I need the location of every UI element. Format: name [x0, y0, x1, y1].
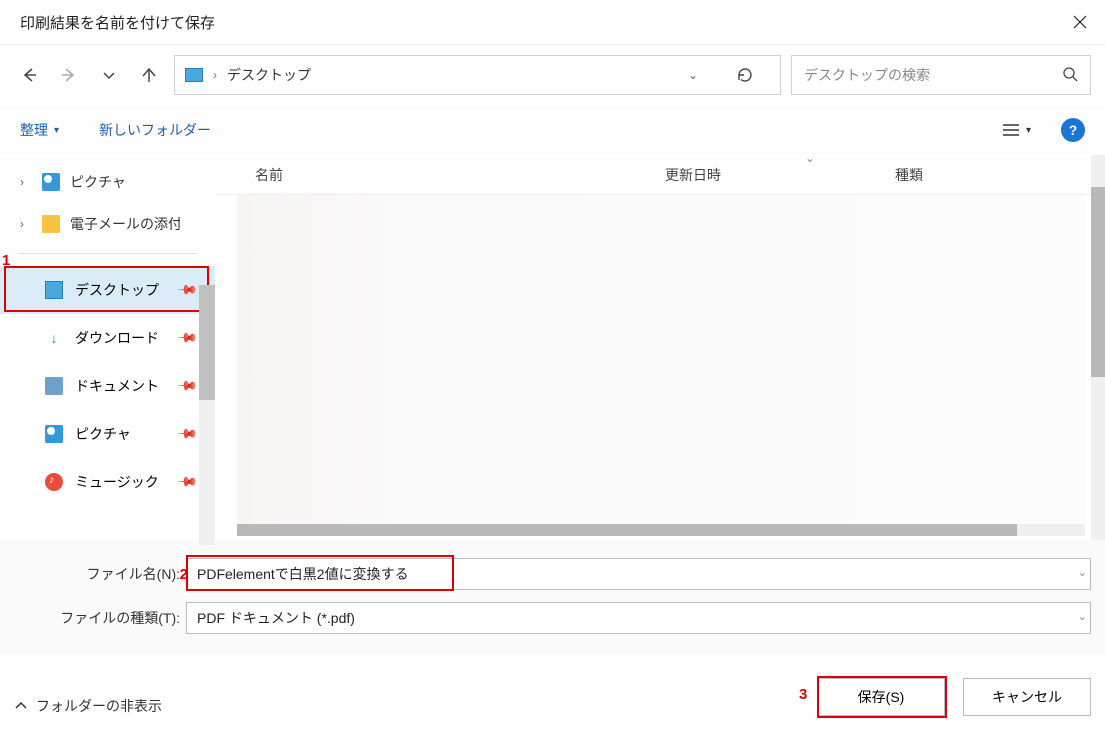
list-view-icon — [1002, 123, 1020, 137]
arrow-left-icon — [20, 66, 38, 84]
organize-menu[interactable]: 整理 ▾ — [20, 120, 59, 140]
refresh-button[interactable] — [720, 55, 770, 95]
navigation-bar: › デスクトップ ⌄ デスクトップの検索 — [0, 45, 1105, 105]
close-button[interactable] — [1055, 0, 1105, 45]
filetype-label: ファイルの種類(T): — [14, 608, 186, 628]
sidebar-item-label: ピクチャ — [75, 424, 131, 444]
file-list-area[interactable] — [237, 195, 1085, 536]
new-folder-button[interactable]: 新しいフォルダー — [99, 120, 211, 140]
tree-label: 電子メールの添付 — [70, 214, 180, 234]
up-button[interactable] — [134, 55, 164, 95]
main-area: › ピクチャ › 電子メールの添付 1 デスクトップ 📌 ↓ ダウンロード — [0, 155, 1105, 540]
sidebar-item-label: ミュージック — [75, 472, 159, 492]
desktop-icon — [45, 281, 63, 299]
column-name[interactable]: 名前 — [255, 165, 665, 185]
save-button[interactable]: 保存(S) — [817, 678, 945, 716]
forward-button[interactable] — [54, 55, 84, 95]
sidebar-item-desktop[interactable]: デスクトップ 📌 — [0, 266, 215, 314]
chevron-down-icon[interactable]: ⌄ — [688, 68, 698, 82]
column-type[interactable]: 種類 — [895, 165, 1105, 185]
breadcrumb-separator-icon: › — [213, 68, 217, 82]
sidebar-item-pictures[interactable]: ピクチャ 📌 — [0, 410, 215, 458]
chevron-down-icon — [102, 68, 116, 82]
arrow-up-icon — [140, 66, 158, 84]
hide-folders-toggle[interactable]: フォルダーの非表示 — [14, 696, 162, 716]
pin-icon: 📌 — [176, 327, 199, 350]
chevron-right-icon: › — [20, 217, 32, 231]
view-menu[interactable]: ▾ — [1002, 123, 1031, 137]
document-icon — [45, 377, 63, 395]
toolbar: 整理 ▾ 新しいフォルダー ▾ ? — [0, 105, 1105, 155]
chevron-down-icon[interactable]: ⌄ — [805, 151, 815, 165]
title-bar: 印刷結果を名前を付けて保存 — [0, 0, 1105, 45]
sidebar-item-label: ドキュメント — [75, 376, 159, 396]
scrollbar-thumb[interactable] — [1091, 187, 1105, 377]
tree-item-mail-attachments[interactable]: › 電子メールの添付 — [0, 203, 215, 245]
filetype-select[interactable]: PDF ドキュメント (*.pdf) — [186, 602, 1091, 634]
chevron-right-icon: › — [20, 175, 32, 189]
folder-icon — [42, 215, 60, 233]
column-headers: ⌄ 名前 更新日時 種類 — [215, 155, 1105, 195]
sidebar-item-label: デスクトップ — [75, 280, 159, 300]
form-area: ファイル名(N): 2 ⌄ ファイルの種類(T): PDF ドキュメント (*.… — [0, 540, 1105, 654]
cancel-button[interactable]: キャンセル — [963, 678, 1091, 716]
chevron-up-icon — [14, 699, 28, 713]
window-title: 印刷結果を名前を付けて保存 — [20, 12, 215, 33]
download-icon: ↓ — [45, 329, 63, 347]
footer: フォルダーの非表示 3 保存(S) キャンセル — [0, 654, 1105, 734]
close-icon — [1072, 14, 1088, 30]
organize-label: 整理 — [20, 120, 48, 140]
horizontal-scrollbar[interactable] — [237, 524, 1085, 536]
dropdown-triangle-icon: ▾ — [54, 125, 59, 136]
address-bar[interactable]: › デスクトップ ⌄ — [174, 55, 781, 95]
scrollbar-thumb[interactable] — [237, 524, 1017, 536]
vertical-scrollbar[interactable] — [1091, 155, 1105, 540]
file-list-pane: ⌄ 名前 更新日時 種類 — [215, 155, 1105, 540]
help-button[interactable]: ? — [1061, 118, 1085, 142]
pin-icon: 📌 — [176, 471, 199, 494]
annotation-3: 3 — [799, 686, 807, 703]
quick-access-list: 1 デスクトップ 📌 ↓ ダウンロード 📌 ドキュメント 📌 ピクチャ 📌 — [0, 266, 215, 506]
sidebar-item-documents[interactable]: ドキュメント 📌 — [0, 362, 215, 410]
address-location: デスクトップ — [227, 65, 311, 85]
sidebar-scrollbar[interactable] — [199, 285, 215, 545]
filename-input[interactable] — [186, 558, 1091, 590]
refresh-icon — [736, 66, 754, 84]
dropdown-triangle-icon: ▾ — [1026, 125, 1031, 136]
search-placeholder: デスクトップの検索 — [804, 65, 930, 85]
tree-label: ピクチャ — [70, 172, 126, 192]
column-date[interactable]: 更新日時 — [665, 165, 895, 185]
tree-item-pictures[interactable]: › ピクチャ — [0, 161, 215, 203]
separator — [18, 253, 197, 254]
back-button[interactable] — [14, 55, 44, 95]
search-input[interactable]: デスクトップの検索 — [791, 55, 1091, 95]
music-icon — [45, 473, 63, 491]
recent-button[interactable] — [94, 55, 124, 95]
sidebar-item-label: ダウンロード — [75, 328, 159, 348]
scrollbar-thumb[interactable] — [199, 285, 215, 400]
pictures-icon — [45, 425, 63, 443]
arrow-right-icon — [60, 66, 78, 84]
sidebar-item-music[interactable]: ミュージック 📌 — [0, 458, 215, 506]
hide-folders-label: フォルダーの非表示 — [36, 696, 162, 716]
filename-label: ファイル名(N): 2 — [14, 564, 186, 584]
pictures-icon — [42, 173, 60, 191]
desktop-icon — [185, 68, 203, 82]
pin-icon: 📌 — [176, 423, 199, 446]
pin-icon: 📌 — [176, 279, 199, 302]
filetype-value: PDF ドキュメント (*.pdf) — [197, 608, 355, 628]
sidebar: › ピクチャ › 電子メールの添付 1 デスクトップ 📌 ↓ ダウンロード — [0, 155, 215, 540]
sidebar-item-downloads[interactable]: ↓ ダウンロード 📌 — [0, 314, 215, 362]
pin-icon: 📌 — [176, 375, 199, 398]
search-icon — [1062, 66, 1078, 85]
